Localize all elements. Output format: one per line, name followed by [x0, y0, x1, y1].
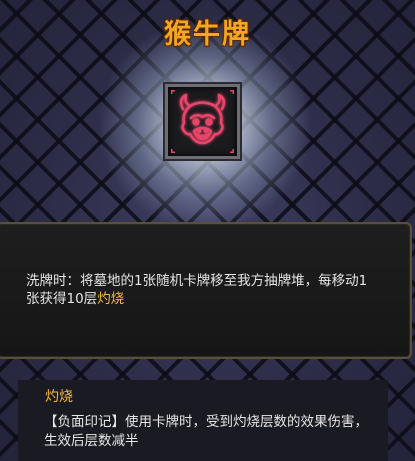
keyword-description: 【负面印记】使用卡牌时，受到灼烧层数的效果伤害，生效后层数减半 [44, 414, 368, 449]
card-description-text: 洗牌时：将墓地的1张随机卡牌移至我方抽牌堆，每移动1张获得10层 [26, 273, 368, 307]
card-icon [165, 84, 240, 159]
card-description-keyword: 灼烧 [97, 291, 125, 307]
card-title: 猴牛牌 [164, 19, 251, 50]
card-description: 洗牌时：将墓地的1张随机卡牌移至我方抽牌堆，每移动1张获得10层灼烧 [26, 272, 378, 308]
monkey-bull-face-icon [171, 90, 234, 153]
keyword-name: 灼烧 [45, 389, 73, 405]
